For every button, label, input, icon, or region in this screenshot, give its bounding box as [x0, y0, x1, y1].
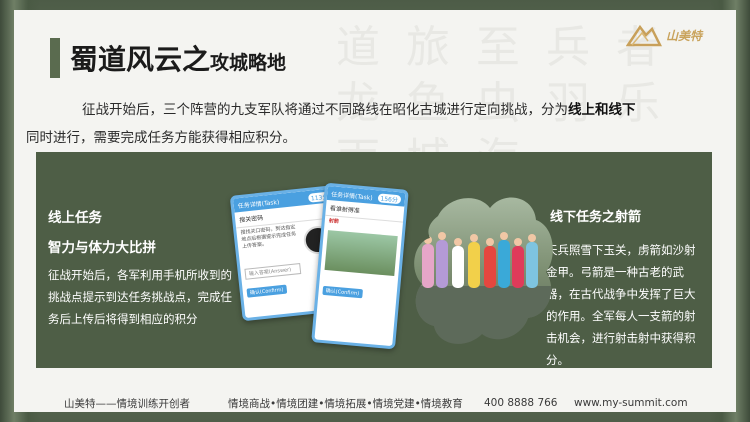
footer-phone: 400 8888 766 [484, 397, 558, 409]
intro-paragraph: 征战开始后，三个阵营的九支军队将通过不同路线在昭化古城进行定向挑战，分为线上和线… [26, 96, 704, 152]
slide: 道 旅 至 兵 者 龙 鱼 虫 羽 乐 雨 城 海 蜀道风云之 攻城略地 山美特… [14, 10, 736, 412]
online-heading: 线上任务 [48, 210, 102, 226]
footer-website[interactable]: www.my-summit.com [574, 397, 688, 409]
phone2-photo [324, 230, 398, 277]
online-subheading: 智力与体力大比拼 [48, 240, 156, 256]
offline-task-section: 线下任务之射箭 天兵照雪下玉关，虏箭如沙射金甲。弓箭是一种古老的武器，在古代战争… [546, 206, 696, 371]
online-body: 征战开始后，各军利用手机所收到的挑战点提示到达任务挑战点，完成任务后上传后将得到… [48, 268, 232, 326]
intro-part2: 同时进行，需要完成任务方能获得相应积分。 [26, 130, 296, 146]
title-accent-bar [50, 38, 60, 78]
footer-brand: 山美特——情境训练开创者 [64, 397, 190, 410]
title-main: 蜀道风云之 [70, 43, 211, 76]
title-sub: 攻城略地 [210, 52, 287, 74]
logo-text: 山美特 [666, 28, 703, 43]
brand-logo: 山美特 [626, 18, 730, 52]
phone2-score-badge: 156分 [377, 192, 402, 204]
offline-heading: 线下任务之射箭 [550, 210, 642, 225]
group-photo [414, 197, 553, 344]
mountain-logo-icon [626, 24, 662, 47]
footer: 山美特——情境训练开创者 情境商战•情境团建•情境拓展•情境党建•情境教育 40… [14, 394, 736, 412]
footer-services: 情境商战•情境团建•情境拓展•情境党建•情境教育 [228, 397, 463, 410]
phone2-confirm-button: 确认(Confirm) [322, 285, 363, 299]
offline-body: 天兵照雪下玉关，虏箭如沙射金甲。弓箭是一种古老的武器，在古代战争中发挥了巨大的作… [546, 243, 696, 367]
phone2-header-title: 任务详情(Task) [330, 190, 373, 202]
phone-screenshot-task-2: 任务详情(Task) 156分 看谁射得准 射箭 确认(Confirm) [311, 182, 409, 350]
intro-part1: 征战开始后，三个阵营的九支军队将通过不同路线在昭化古城进行定向挑战，分为 [82, 102, 568, 118]
phone1-answer-input: 输入答案(Answer) [244, 262, 302, 280]
phone1-confirm-button: 确认(Confirm) [246, 284, 287, 298]
page-title: 蜀道风云之 攻城略地 [70, 38, 286, 78]
intro-highlight: 线上和线下 [568, 102, 636, 118]
online-task-section: 线上任务 智力与体力大比拼 征战开始后，各军利用手机所收到的挑战点提示到达任务挑… [48, 206, 238, 330]
